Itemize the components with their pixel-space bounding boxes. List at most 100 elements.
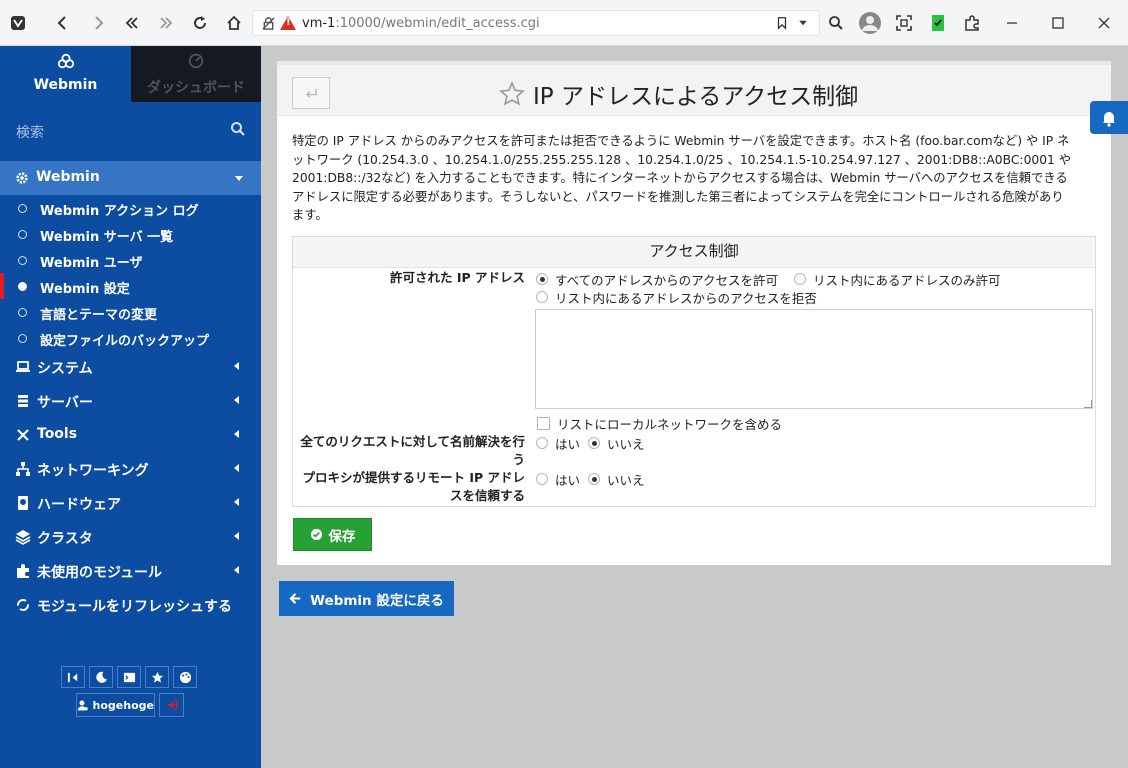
caret-left-icon [234,566,239,574]
bell-icon [1103,111,1115,127]
forward-icon[interactable] [86,11,110,35]
tab-webmin[interactable]: Webmin [0,46,131,102]
category-label: サーバー [37,395,93,411]
sidebar-category-unused[interactable]: 未使用のモジュール [0,555,261,587]
sidebar-item-action-log[interactable]: Webmin アクション ログ [0,195,261,221]
bullet-icon [18,282,27,291]
category-label: クラスタ [37,531,93,547]
tab-dashboard[interactable]: ダッシュボード [131,46,261,102]
moon-icon [95,671,107,683]
browser-menu-icon[interactable] [6,11,30,35]
notifications-button[interactable] [1090,101,1128,134]
category-label: ハードウェア [37,497,121,513]
back-icon[interactable] [51,11,75,35]
radio-resolve-yes[interactable] [536,437,548,449]
resolve-label-line: 全てのリクエストに対して名前解決を行 [300,434,525,449]
home-icon[interactable] [222,11,246,35]
bullet-icon [18,204,27,213]
night-mode-button[interactable] [89,666,113,688]
radio-proxy-yes[interactable] [536,473,548,485]
fast-forward-icon[interactable] [154,11,178,35]
sidebar-category-servers[interactable]: サーバー [0,385,261,417]
bookmark-icon[interactable] [775,16,789,30]
screenshot-icon[interactable] [892,11,916,35]
collapse-sidebar-button[interactable] [61,666,85,688]
theme-button[interactable] [173,666,197,688]
sidebar-item-server-list[interactable]: Webmin サーバ 一覧 [0,221,261,247]
include-local-checkbox[interactable] [537,417,550,430]
save-button[interactable]: 保存 [293,518,372,551]
refresh-icon [17,599,29,611]
radio-allow-all[interactable] [536,273,548,285]
caret-down-icon [235,176,243,181]
sidebar-item-backup[interactable]: 設定ファイルのバックアップ [0,325,261,351]
sidebar-category-cluster[interactable]: クラスタ [0,521,261,553]
sidebar-refresh-modules[interactable]: モジュールをリフレッシュする [0,589,261,621]
sidebar-item-config[interactable]: Webmin 設定 [0,273,261,299]
favorites-button[interactable] [145,666,169,688]
sidebar-category-system[interactable]: システム [0,351,261,383]
category-label: Tools [37,426,78,442]
minimize-icon[interactable] [1000,11,1024,35]
main-panel: IP アドレスによるアクセス制御 特定の IP アドレス からのみアクセスを許可… [277,61,1111,565]
save-label: 保存 [328,528,356,545]
category-label: ネットワーキング [37,463,149,479]
server-icon [18,395,28,407]
url-host: vm-1 [302,15,336,31]
search-input[interactable]: 検索 [16,122,44,142]
caret-left-icon [234,430,239,438]
proxy-label-line: スを信頼する [449,488,525,503]
allowed-ip-label: 許可された IP アドレス [389,270,525,285]
user-button[interactable]: hogehoge [76,693,155,717]
logout-button[interactable] [159,693,184,717]
tab-webmin-label: Webmin [33,77,98,93]
back-button[interactable] [292,77,330,109]
ip-address-textarea[interactable] [535,309,1093,409]
sidebar-item-language-theme[interactable]: 言語とテーマの変更 [0,299,261,325]
username: hogehoge [92,698,154,712]
sidebar-item-label: Webmin アクション ログ [40,204,199,219]
gear-icon [16,172,28,184]
intro-line: ットワーク (10.254.3.0 、10.254.1.0/255.255.25… [292,152,1072,167]
intro-line: 2001:DB8::/32など) を入力することもできます。特にインターネットか… [292,171,1068,185]
user-gear-icon [77,700,88,710]
rewind-icon[interactable] [120,11,144,35]
bookmark-extension-icon[interactable] [926,11,950,35]
close-window-icon[interactable] [1092,11,1116,35]
radio-resolve-no[interactable] [588,437,600,449]
logout-icon [167,700,177,710]
tab-dashboard-label: ダッシュボード [147,80,245,96]
radio-allow-list[interactable] [794,273,806,285]
dropdown-icon[interactable] [797,17,809,29]
collapse-icon [67,672,77,682]
resize-grip-icon[interactable] [1084,400,1092,408]
sidebar-category-networking[interactable]: ネットワーキング [0,453,261,485]
sidebar-search[interactable]: 検索 [0,108,261,148]
reload-icon[interactable] [188,11,212,35]
extensions-icon[interactable] [960,11,984,35]
address-bar[interactable]: vm-1:10000/webmin/edit_access.cgi [252,10,820,36]
sidebar-item-label: Webmin ユーザ [40,256,143,271]
arrow-left-icon [289,593,301,604]
proxy-yes-label: はい [555,473,581,488]
search-page-icon[interactable] [824,11,848,35]
search-icon[interactable] [230,121,246,137]
profile-avatar-icon[interactable] [857,11,883,35]
check-circle-icon [310,528,322,541]
radio-deny-list[interactable] [536,291,548,303]
radio-proxy-no[interactable] [588,473,600,485]
sidebar-item-users[interactable]: Webmin ユーザ [0,247,261,273]
bullet-icon [18,230,27,239]
sidebar-section-webmin[interactable]: Webmin [0,161,261,195]
bullet-icon [18,308,27,317]
return-to-config-button[interactable]: Webmin 設定に戻る [279,581,454,616]
terminal-button[interactable] [117,666,141,688]
favorite-star-icon[interactable] [499,81,525,107]
maximize-icon[interactable] [1046,11,1070,35]
sidebar-category-tools[interactable]: Tools [0,419,261,451]
puzzle-icon [17,564,29,578]
section-title: Webmin [36,169,100,185]
sidebar-category-hardware[interactable]: ハードウェア [0,487,261,519]
caret-left-icon [234,498,239,506]
intro-line: ます。 [292,208,328,222]
